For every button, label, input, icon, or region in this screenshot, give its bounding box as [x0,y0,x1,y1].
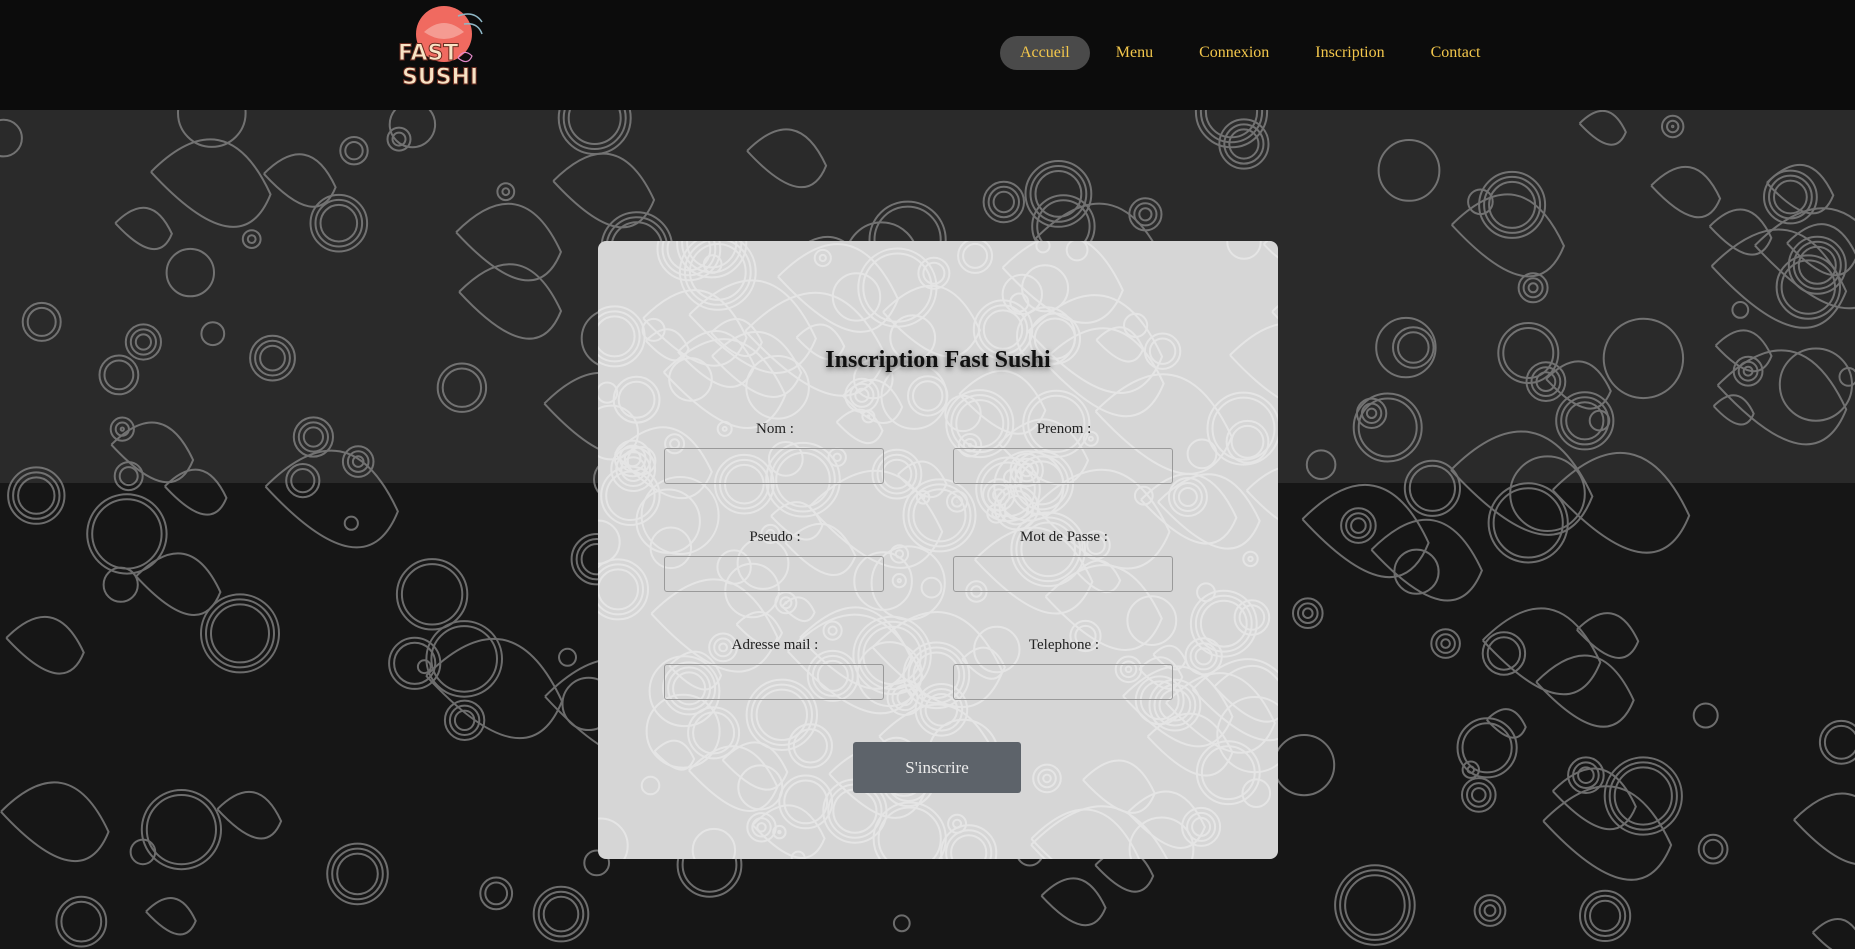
prenom-group: Prenom : [953,418,1175,484]
nav-inscription[interactable]: Inscription [1295,36,1404,70]
fast-sushi-logo[interactable]: FAST SUSHI [394,2,490,91]
telephone-group: Telephone : [953,634,1175,700]
email-label: Adresse mail : [731,637,819,653]
telephone-input[interactable] [953,664,1173,700]
telephone-label: Telephone : [1028,637,1100,653]
pseudo-group: Pseudo : [664,526,886,592]
main-nav: Accueil Menu Connexion Inscription Conta… [1000,36,1506,70]
page-title: Inscription Fast Sushi [825,347,1051,373]
prenom-input[interactable] [953,448,1173,484]
pseudo-label: Pseudo : [749,529,801,545]
logo-text-top: FAST [398,41,458,66]
nom-group: Nom : [664,418,886,484]
nav-contact[interactable]: Contact [1411,36,1501,70]
email-group: Adresse mail : [664,634,886,700]
password-label: Mot de Passe : [1020,529,1108,545]
prenom-label: Prenom : [1036,421,1092,437]
email-input[interactable] [664,664,884,700]
registration-card: Inscription Fast Sushi Nom : Prenom : Ps… [598,241,1278,859]
password-input[interactable] [953,556,1173,592]
nav-connexion[interactable]: Connexion [1179,36,1289,70]
site-header: FAST SUSHI Accueil Menu Connexion Inscri… [0,0,1855,110]
nav-menu[interactable]: Menu [1096,36,1173,70]
password-group: Mot de Passe : [953,526,1175,592]
pseudo-input[interactable] [664,556,884,592]
logo-text-bottom: SUSHI [402,65,478,90]
submit-button[interactable]: S'inscrire [853,742,1021,793]
nom-label: Nom : [756,421,794,437]
nav-accueil[interactable]: Accueil [1000,36,1090,70]
nom-input[interactable] [664,448,884,484]
